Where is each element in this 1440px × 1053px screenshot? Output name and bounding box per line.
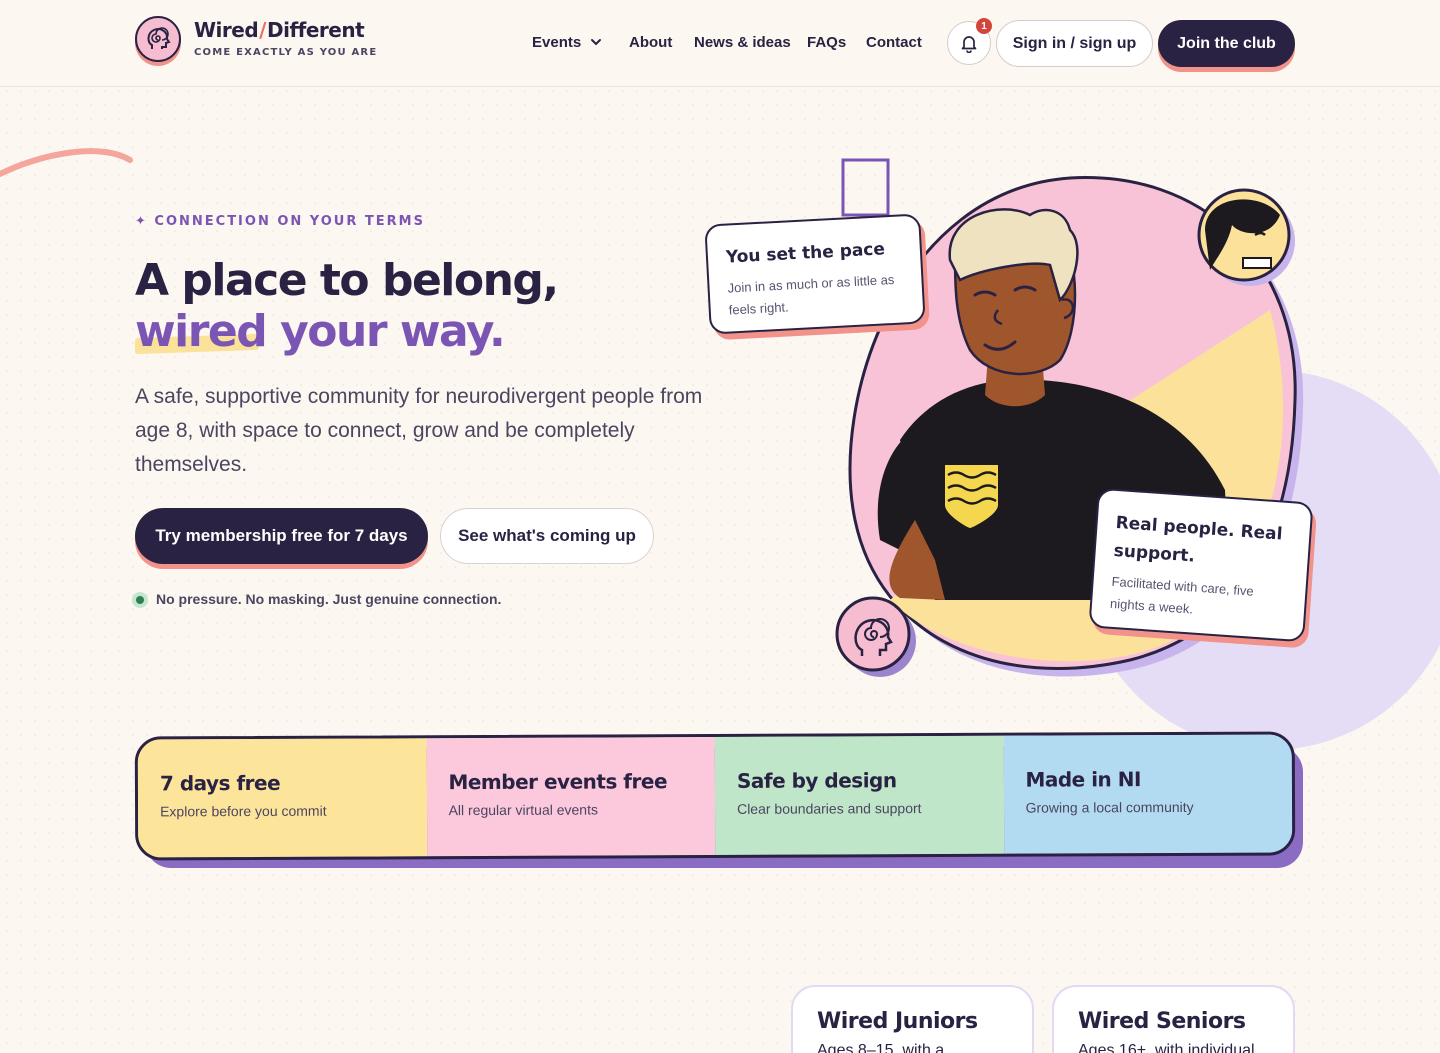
nav-about[interactable]: About bbox=[629, 34, 672, 51]
support-card-text: Facilitated with care, five nights a wee… bbox=[1109, 573, 1255, 617]
wired-juniors-card[interactable]: Wired Juniors Ages 8–15, with a bbox=[791, 985, 1034, 1053]
support-card: Real people. Real support. Facilitated w… bbox=[1088, 487, 1314, 643]
join-club-button[interactable]: Join the club bbox=[1158, 20, 1295, 67]
wired-seniors-card[interactable]: Wired Seniors Ages 16+, with individual bbox=[1052, 985, 1295, 1053]
feature-text: All regular virtual events bbox=[448, 801, 598, 819]
features-strip: 7 days free Explore before you commit Me… bbox=[134, 731, 1296, 861]
group-text: Ages 16+, with individual bbox=[1078, 1042, 1255, 1053]
hero-lead: A safe, supportive community for neurodi… bbox=[135, 385, 703, 476]
chevron-down-icon[interactable] bbox=[590, 36, 602, 48]
group-title: Wired Juniors bbox=[817, 1009, 978, 1034]
signin-button[interactable]: Sign in / sign up bbox=[996, 20, 1153, 67]
hero-note: No pressure. No masking. Just genuine co… bbox=[156, 591, 502, 607]
nav-news-ideas[interactable]: News & ideas bbox=[694, 34, 791, 51]
feature-title: 7 days free bbox=[159, 770, 281, 796]
pace-card-title: You set the pace bbox=[725, 239, 886, 268]
group-text: Ages 8–15, with a bbox=[817, 1042, 945, 1053]
feature-text: Clear boundaries and support bbox=[737, 800, 922, 817]
logo-icon[interactable] bbox=[135, 16, 181, 62]
feature-free-trial: 7 days free Explore before you commit bbox=[137, 738, 427, 858]
status-dot-icon bbox=[132, 592, 148, 608]
bell-icon bbox=[961, 36, 977, 53]
brand-name[interactable]: Wired/Different bbox=[194, 18, 365, 42]
group-title: Wired Seniors bbox=[1078, 1009, 1246, 1034]
hero-eyebrow: ✦ CONNECTION ON YOUR TERMS bbox=[135, 214, 425, 229]
feature-title: Member events free bbox=[448, 769, 668, 795]
nav-contact[interactable]: Contact bbox=[866, 34, 922, 51]
decorative-swoosh bbox=[0, 148, 133, 177]
hero-title-line2: wired your way. bbox=[135, 306, 506, 357]
support-card-title: Real people. Real support. bbox=[1113, 512, 1284, 567]
site-header: Wired/Different COME EXACTLY AS YOU ARE … bbox=[0, 0, 1440, 87]
nav-events[interactable]: Events bbox=[532, 34, 581, 51]
nav-faqs[interactable]: FAQs bbox=[807, 34, 846, 51]
feature-made-in-ni: Made in NI Growing a local community bbox=[1003, 734, 1293, 854]
notification-badge: 1 bbox=[976, 18, 992, 34]
see-whats-coming-button[interactable]: See what's coming up bbox=[440, 508, 654, 564]
feature-safe-by-design: Safe by design Clear boundaries and supp… bbox=[714, 735, 1004, 855]
try-membership-button[interactable]: Try membership free for 7 days bbox=[135, 508, 428, 564]
feature-text: Explore before you commit bbox=[160, 802, 327, 820]
pace-card-text: Join in as much or as little as feels ri… bbox=[727, 271, 895, 318]
feature-member-events: Member events free All regular virtual e… bbox=[426, 737, 716, 857]
brand-tagline: COME EXACTLY AS YOU ARE bbox=[194, 47, 378, 58]
pace-card: You set the pace Join in as much or as l… bbox=[704, 213, 926, 335]
feature-text: Growing a local community bbox=[1025, 798, 1194, 816]
feature-title: Safe by design bbox=[736, 768, 897, 793]
hero-title-line1: A place to belong, bbox=[135, 255, 559, 306]
feature-title: Made in NI bbox=[1025, 767, 1141, 792]
